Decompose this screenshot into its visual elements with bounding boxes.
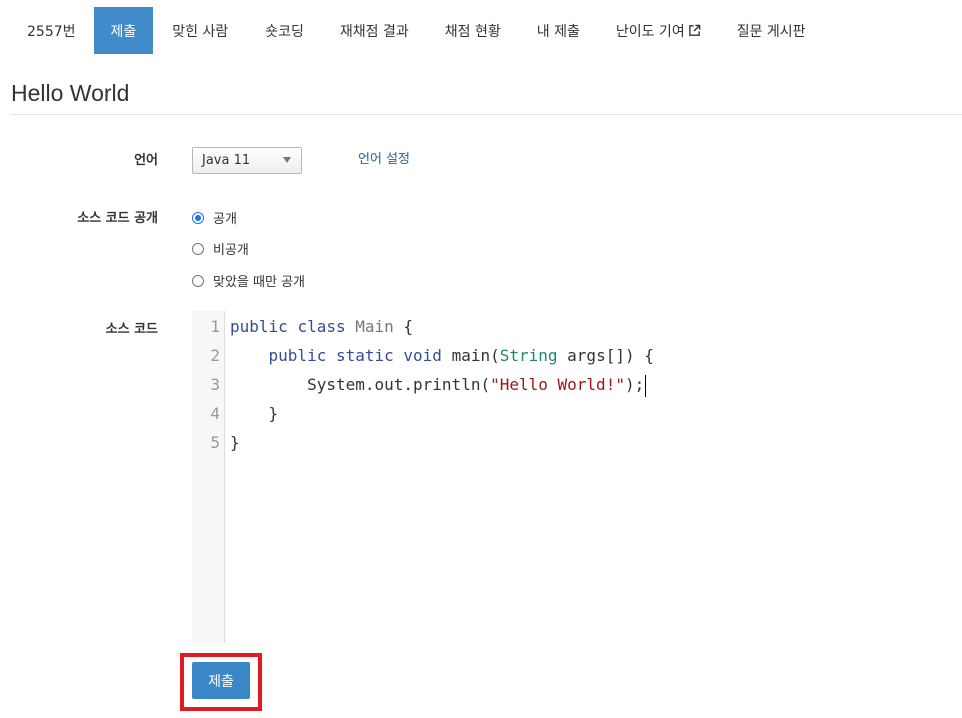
line-number-gutter: 1 2 3 4 5 xyxy=(192,311,225,643)
line-number: 2 xyxy=(210,346,220,365)
radio-public-if-accepted[interactable]: 맞았을 때만 공개 xyxy=(192,271,305,290)
tab-question-board[interactable]: 질문 게시판 xyxy=(719,7,824,54)
tab-label: 2557번 xyxy=(27,23,76,40)
radio-button-checked[interactable] xyxy=(192,211,204,224)
radio-button[interactable] xyxy=(192,242,204,255)
tab-label: 질문 게시판 xyxy=(736,23,806,40)
tab-difficulty-contribution[interactable]: 난이도 기여 xyxy=(598,7,719,54)
external-link-icon xyxy=(688,24,701,37)
language-label: 언어 xyxy=(134,153,158,168)
tab-label: 제출 xyxy=(110,23,137,40)
text-cursor xyxy=(645,374,647,397)
tab-label: 내 제출 xyxy=(536,23,580,40)
tab-label: 맞힌 사람 xyxy=(172,23,229,40)
line-number: 1 xyxy=(210,317,220,336)
tab-submit[interactable]: 제출 xyxy=(93,7,154,54)
code-line: } xyxy=(230,404,279,423)
problem-nav-tabs: 2557번 제출 맞힌 사람 숏코딩 재채점 결과 채점 현황 내 제출 난이도… xyxy=(10,7,824,54)
tab-label: 재채점 결과 xyxy=(339,23,409,40)
tab-label: 숏코딩 xyxy=(265,23,304,40)
visibility-label: 소스 코드 공개 xyxy=(77,211,158,226)
radio-button[interactable] xyxy=(192,274,204,287)
radio-label: 공개 xyxy=(213,212,237,227)
radio-label: 맞았을 때만 공개 xyxy=(213,275,305,290)
page-title: Hello World xyxy=(11,80,130,106)
tab-judge-status[interactable]: 채점 현황 xyxy=(427,7,519,54)
language-settings-link[interactable]: 언어 설정 xyxy=(358,148,410,167)
language-selected-value: Java 11 xyxy=(202,153,251,168)
line-number: 4 xyxy=(210,404,220,423)
radio-private[interactable]: 비공개 xyxy=(192,239,249,258)
code-line: public class Main { xyxy=(230,317,414,336)
line-number: 3 xyxy=(210,375,220,394)
tab-my-submissions[interactable]: 내 제출 xyxy=(519,7,598,54)
radio-public[interactable]: 공개 xyxy=(192,208,237,227)
title-divider xyxy=(10,114,962,115)
radio-label: 비공개 xyxy=(213,243,249,258)
code-line: System.out.println("Hello World!"); xyxy=(230,370,647,399)
tab-accepted-users[interactable]: 맞힌 사람 xyxy=(153,7,247,54)
code-line: public static void main(String args[]) { xyxy=(268,346,654,365)
dropdown-arrow-icon xyxy=(283,157,291,163)
code-editor[interactable]: 1 2 3 4 5 public class Main { public sta… xyxy=(192,311,962,643)
code-line: } xyxy=(230,433,240,452)
tab-problem-number[interactable]: 2557번 xyxy=(10,7,94,54)
source-code-label: 소스 코드 xyxy=(105,322,158,337)
tab-label: 난이도 기여 xyxy=(615,23,685,40)
language-select[interactable]: Java 11 xyxy=(192,147,302,174)
tab-label: 채점 현황 xyxy=(444,23,501,40)
submit-button[interactable]: 제출 xyxy=(192,662,250,699)
tab-rejudge-results[interactable]: 재채점 결과 xyxy=(322,7,427,54)
tab-short-coding[interactable]: 숏코딩 xyxy=(247,7,322,54)
line-number: 5 xyxy=(210,433,220,452)
